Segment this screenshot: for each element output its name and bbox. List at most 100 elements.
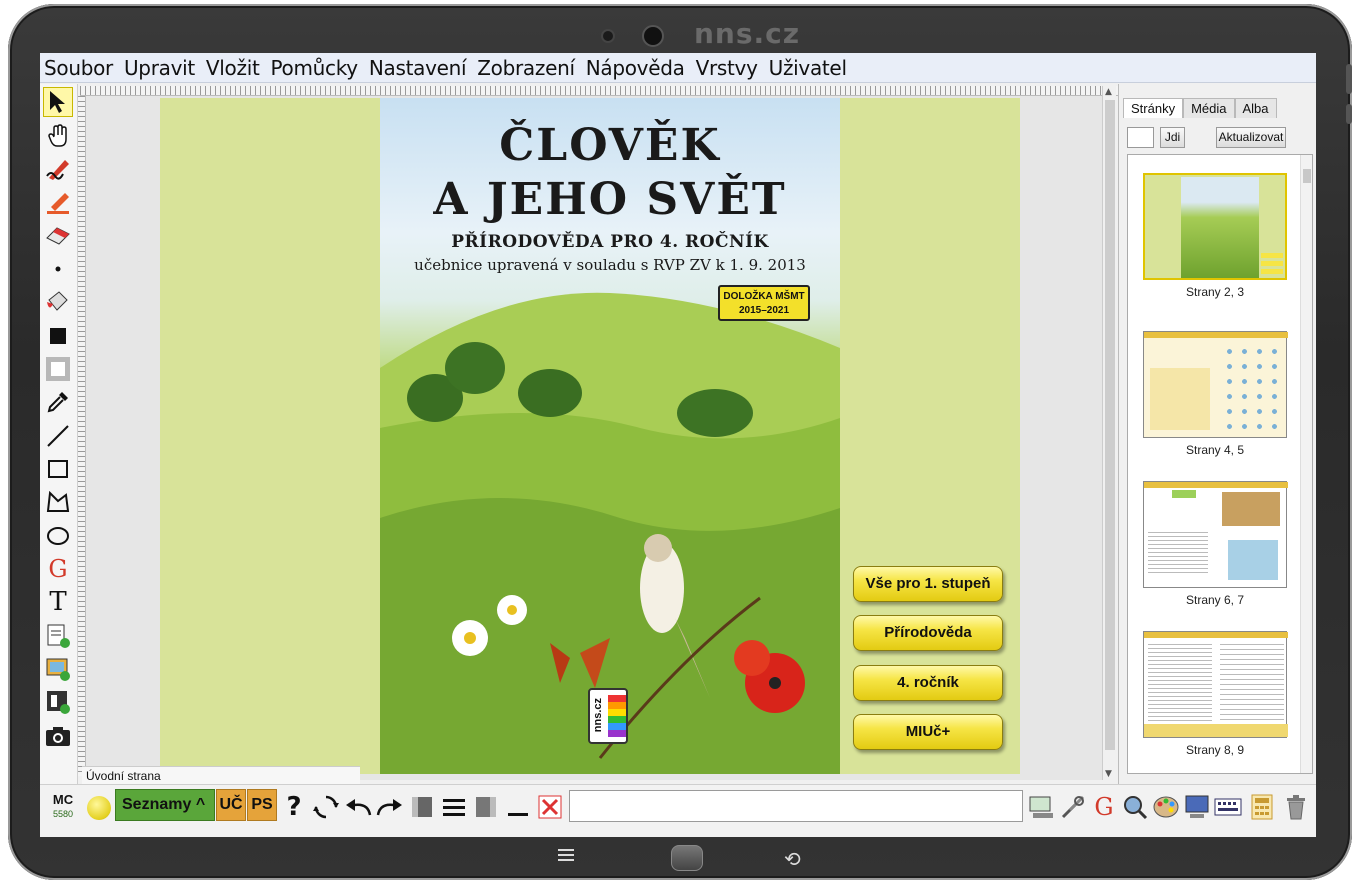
pen-icon[interactable] [43, 154, 73, 184]
ps-button[interactable]: PS [247, 789, 277, 821]
scroll-down-icon[interactable]: ▼ [1105, 769, 1112, 779]
thumbnail-item[interactable]: Strany 2, 3 [1143, 173, 1287, 299]
volume-button[interactable] [1346, 64, 1352, 94]
page-name-tab[interactable]: Úvodní strana [82, 766, 360, 784]
dot-icon[interactable] [43, 254, 73, 284]
add-note-icon[interactable] [43, 621, 73, 651]
refresh-icon[interactable] [312, 791, 340, 823]
menu-uzivatel[interactable]: Uživatel [769, 56, 852, 80]
menu-soubor[interactable]: Soubor [44, 56, 118, 80]
button-miuc-plus[interactable]: MIUč+ [853, 714, 1003, 750]
thumbnail-scrollbar[interactable] [1300, 155, 1312, 773]
recent-apps-button[interactable] [558, 846, 574, 872]
sensor-icon [601, 29, 615, 43]
scrollbar-thumb[interactable] [1105, 100, 1115, 750]
eyedropper-icon[interactable] [43, 387, 73, 417]
trash-icon[interactable] [1282, 791, 1310, 823]
select-arrow-icon[interactable] [43, 87, 73, 117]
command-input[interactable] [569, 790, 1023, 822]
vertical-ruler [78, 96, 86, 776]
tab-media[interactable]: Média [1183, 98, 1235, 118]
mc-number: 5580 [52, 809, 74, 819]
thumbnail-image [1143, 481, 1288, 588]
help-icon[interactable]: ? [280, 791, 308, 823]
page-thumbnail-list[interactable]: Strany 2, 3 Strany 4, 5 Strany 6, 7 Stra… [1127, 154, 1313, 774]
button-prirodoveda[interactable]: Přírodověda [853, 615, 1003, 651]
scroll-up-icon[interactable]: ▲ [1105, 87, 1112, 97]
menu-vlozit[interactable]: Vložit [206, 56, 265, 80]
undo-icon[interactable] [344, 791, 372, 823]
seznamy-button[interactable]: Seznamy ^ [115, 789, 215, 821]
go-button[interactable]: Jdi [1160, 127, 1185, 148]
layer-up-icon[interactable] [472, 791, 500, 823]
page-number-input[interactable] [1127, 127, 1154, 148]
app-screen: Soubor Upravit Vložit Pomůcky Nastavení … [40, 53, 1316, 837]
zoom-icon[interactable] [1121, 791, 1149, 823]
tab-alba[interactable]: Alba [1234, 98, 1277, 118]
thumbnail-item[interactable]: Strany 8, 9 [1143, 631, 1288, 757]
menu-napoveda[interactable]: Nápověda [586, 56, 690, 80]
camera-icon[interactable] [43, 721, 73, 751]
publisher-logo: nns.cz [588, 688, 628, 744]
close-icon[interactable] [536, 791, 564, 823]
keyboard-device-icon[interactable] [1028, 791, 1056, 823]
bottom-toolbar: MC 5580 Seznamy ^ UČ PS ? G [40, 784, 1316, 837]
handwriting-icon[interactable]: G [43, 554, 73, 584]
book-cover[interactable]: ČLOVĚK A JEHO SVĚT PŘÍRODOVĚDA PRO 4. RO… [380, 98, 840, 774]
cover-title-line1: ČLOVĚK [499, 120, 721, 171]
button-vse-pro-1-stupen[interactable]: Vše pro 1. stupeň [853, 566, 1003, 602]
minimize-icon[interactable] [504, 791, 532, 823]
highlighter-icon[interactable] [43, 187, 73, 217]
cover-note: učebnice upravená v souladu s RVP ZV k 1… [414, 256, 806, 274]
tools-icon[interactable] [1059, 791, 1087, 823]
calculator-icon[interactable] [1248, 791, 1276, 823]
polygon-icon[interactable] [43, 487, 73, 517]
handwriting-recognition-icon[interactable]: G [1090, 791, 1118, 823]
refresh-button[interactable]: Aktualizovat [1216, 127, 1286, 148]
mc-badge[interactable]: MC 5580 [48, 793, 78, 827]
panel-tabs: Stránky Média Alba [1123, 98, 1277, 118]
power-button[interactable] [1346, 104, 1352, 124]
right-panel: Stránky Média Alba Jdi Aktualizovat Stra… [1118, 84, 1316, 784]
menu-pomucky[interactable]: Pomůcky [271, 56, 363, 80]
keyboard-icon[interactable] [1214, 791, 1242, 823]
layer-down-icon[interactable] [408, 791, 436, 823]
apple-icon[interactable] [87, 796, 111, 820]
cover-title-line2: A JEHO SVĚT [433, 174, 787, 225]
home-button[interactable] [671, 845, 703, 871]
camera-icon [642, 25, 664, 47]
thumbnail-image [1143, 331, 1288, 438]
menu-vrstvy[interactable]: Vrstvy [696, 56, 763, 80]
menu-zobrazeni[interactable]: Zobrazení [477, 56, 579, 80]
palette-icon[interactable] [1152, 791, 1180, 823]
thumbnail-item[interactable]: Strany 6, 7 [1143, 481, 1288, 607]
back-button[interactable]: ⟲ [784, 847, 801, 871]
text-tool-icon[interactable]: T [43, 587, 73, 617]
thumbnail-image [1143, 173, 1287, 280]
approval-badge: DOLOŽKA MŠMT 2015–2021 [718, 285, 810, 321]
thumbnail-label: Strany 2, 3 [1185, 285, 1245, 299]
hand-pan-icon[interactable] [43, 121, 73, 151]
rectangle-icon[interactable] [43, 454, 73, 484]
button-4-rocnik[interactable]: 4. ročník [853, 665, 1003, 701]
eraser-icon[interactable] [43, 220, 73, 250]
add-media-icon[interactable] [43, 687, 73, 717]
line-width-icon[interactable] [440, 791, 468, 823]
presentation-icon[interactable] [1183, 791, 1211, 823]
thumbnail-scrollbar-thumb[interactable] [1303, 169, 1311, 183]
fill-color-icon[interactable] [43, 321, 73, 351]
canvas-scrollbar[interactable]: ▲ ▼ [1102, 86, 1116, 780]
thumbnail-label: Strany 8, 9 [1185, 743, 1245, 757]
uc-button[interactable]: UČ [216, 789, 246, 821]
menu-upravit[interactable]: Upravit [124, 56, 200, 80]
fill-bucket-icon[interactable] [43, 287, 73, 317]
menu-nastaveni[interactable]: Nastavení [369, 56, 471, 80]
thumbnail-label: Strany 6, 7 [1185, 593, 1245, 607]
tab-stranky[interactable]: Stránky [1123, 98, 1184, 118]
ellipse-icon[interactable] [43, 521, 73, 551]
redo-icon[interactable] [376, 791, 404, 823]
add-image-icon[interactable] [43, 654, 73, 684]
thumbnail-item[interactable]: Strany 4, 5 [1143, 331, 1288, 457]
line-icon[interactable] [43, 421, 73, 451]
stroke-color-icon[interactable] [43, 354, 73, 384]
